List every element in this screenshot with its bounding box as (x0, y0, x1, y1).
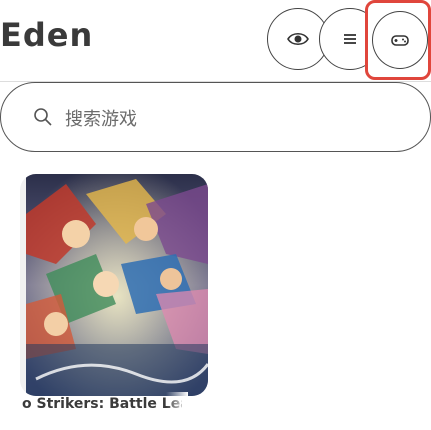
game-title-fade (166, 392, 188, 418)
search-placeholder: 搜索游戏 (65, 109, 137, 130)
eye-icon (287, 32, 309, 46)
search-icon (34, 108, 52, 126)
app-title: Eden (0, 16, 94, 54)
game-title: o Strikers: Battle Lea (22, 396, 182, 412)
gamepad-button-highlight (365, 0, 431, 80)
game-cover-image (26, 174, 208, 396)
header-divider (0, 74, 431, 82)
gamepad-button[interactable] (372, 11, 428, 69)
search-input[interactable]: 搜索游戏 (0, 82, 431, 152)
menu-icon (344, 34, 356, 44)
game-card[interactable] (20, 174, 208, 396)
header-actions (261, 0, 431, 80)
gamepad-icon (391, 35, 409, 46)
